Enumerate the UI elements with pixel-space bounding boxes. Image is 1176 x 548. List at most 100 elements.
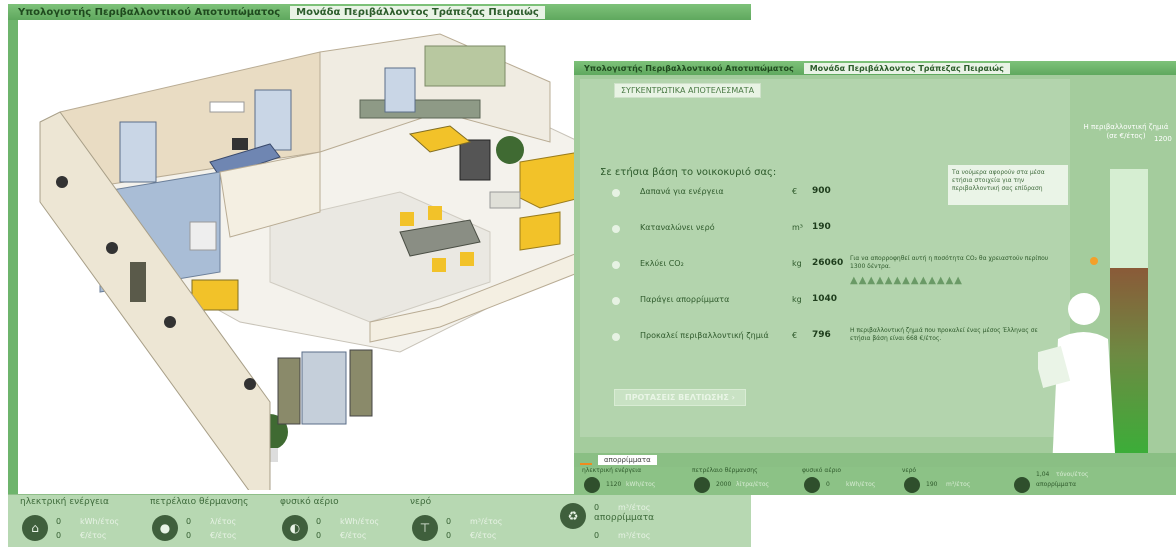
- value: 0: [594, 531, 600, 540]
- value: 0: [56, 531, 62, 540]
- tab-environment-unit[interactable]: Μονάδα Περιβάλλοντος Τράπεζας Πειραιώς: [803, 62, 1010, 74]
- category-title: πετρέλαιο θέρμανσης: [150, 497, 249, 507]
- row-label: Εκλύει CO₂: [640, 259, 684, 268]
- footer-value: 1120: [606, 481, 622, 488]
- title-bar: Υπολογιστής Περιβαλλοντικού Αποτυπώματος…: [8, 4, 751, 20]
- person-silhouette-icon: [1038, 293, 1116, 469]
- gauge-marker-icon: [1090, 257, 1098, 265]
- row-note: Για να απορροφηθεί αυτή η ποσότητα CO₂ θ…: [850, 255, 1049, 270]
- footer-unit: m³/έτος: [946, 481, 971, 488]
- footer-title: ηλεκτρική ενέργεια: [582, 467, 642, 474]
- window: [119, 121, 157, 183]
- bullet-icon: [612, 225, 620, 233]
- chair: [428, 206, 442, 220]
- coffee-table: [489, 191, 521, 209]
- info-tooltip: Τα νούμερα αφορούν στα μέσα ετήσια στοιχ…: [948, 165, 1068, 205]
- button-label: ΠΡΟΤΑΣΕΙΣ ΒΕΛΤΙΩΣΗΣ: [625, 393, 729, 402]
- tap-icon: [904, 477, 920, 493]
- title-bar: Υπολογιστής Περιβαλλοντικού Αποτυπώματος…: [574, 61, 1176, 75]
- footer-unit: λίτρα/έτος: [736, 481, 770, 488]
- footer-title: νερό: [902, 467, 917, 474]
- footer-extra: απορρίμματα: [1036, 481, 1077, 488]
- footer-water[interactable]: νερό 190 m³/έτος: [900, 467, 1000, 495]
- tab-waste[interactable]: απορρίμματα: [598, 455, 657, 465]
- footer-unit: kWh/έτος: [846, 481, 876, 488]
- monitor: [232, 138, 248, 150]
- result-row-damage: Προκαλεί περιβαλλοντική ζημιά € 796 Η πε…: [600, 327, 1070, 347]
- chair: [432, 258, 446, 272]
- unit: m³/έτος: [470, 517, 503, 526]
- chevron-right-icon: ›: [731, 393, 735, 402]
- row-value: 1040: [812, 294, 838, 304]
- row-label: Προκαλεί περιβαλλοντική ζημιά: [640, 331, 769, 340]
- recycle-bin-icon: [1014, 477, 1030, 493]
- tv: [459, 139, 491, 181]
- wall-lamp: [106, 242, 118, 254]
- category-electricity[interactable]: ηλεκτρική ενέργεια ⌂ 0 kWh/έτος 0 €/έτος: [16, 497, 144, 545]
- footer-unit: τόνοι/έτος: [1056, 471, 1089, 478]
- value: 0: [316, 531, 322, 540]
- value: 0: [446, 531, 452, 540]
- armchair: [519, 211, 561, 251]
- results-heading: Σε ετήσια βάση το νοικοκυριό σας:: [600, 167, 777, 178]
- footer-heating-oil[interactable]: πετρέλαιο θέρμανσης 2000 λίτρα/έτος: [690, 467, 800, 495]
- house-icon: [584, 477, 600, 493]
- footer-natural-gas[interactable]: φυσικό αέριο 0 kWh/έτος: [800, 467, 900, 495]
- result-row-co2: Εκλύει CO₂ kg 26060 Για να απορροφηθεί α…: [600, 255, 1070, 286]
- category-heating-oil[interactable]: πετρέλαιο θέρμανσης ● 0 λ/έτος 0 €/έτος: [146, 497, 274, 545]
- footer-title: φυσικό αέριο: [802, 467, 842, 474]
- row-value: 796: [812, 330, 831, 340]
- orange-marker-tab[interactable]: [580, 463, 592, 465]
- door-shutter: [277, 357, 301, 425]
- gauge-max-label: 1200: [1154, 135, 1172, 143]
- tab-environment-unit[interactable]: Μονάδα Περιβάλλοντος Τράπεζας Πειραιώς: [290, 5, 545, 19]
- row-value: 26060: [812, 258, 844, 268]
- value: 0: [446, 517, 452, 526]
- sidebar-strip: [8, 20, 18, 495]
- air-conditioner: [209, 101, 245, 113]
- wall-lamp: [244, 378, 256, 390]
- row-label: Καταναλώνει νερό: [640, 223, 715, 232]
- house-icon: ⌂: [22, 515, 48, 541]
- footer-waste[interactable]: 1,04 τόνοι/έτος απορρίμματα: [1010, 467, 1130, 495]
- category-title: ηλεκτρική ενέργεια: [20, 497, 109, 507]
- unit: m³/έτος: [618, 503, 651, 512]
- kitchen-cabinet: [424, 45, 506, 87]
- kitchen-counter: [359, 99, 481, 119]
- washing-machine: [189, 221, 217, 251]
- footer-value: 1,04: [1036, 471, 1050, 478]
- footer-electricity[interactable]: ηλεκτρική ενέργεια 1120 kWh/έτος: [580, 467, 690, 495]
- plant: [496, 136, 524, 164]
- recycle-bin-icon: ♻: [560, 503, 586, 529]
- category-title: νερό: [410, 497, 432, 507]
- footer-value: 190: [926, 481, 938, 488]
- shutter: [130, 262, 146, 302]
- category-water[interactable]: νερό ⊤ 0 m³/έτος 0 €/έτος: [406, 497, 546, 545]
- unit: €/έτος: [80, 531, 107, 540]
- category-title: απορρίμματα: [594, 513, 655, 523]
- row-unit: kg: [792, 259, 802, 268]
- tap-icon: ⊤: [412, 515, 438, 541]
- unit: kWh/έτος: [340, 517, 380, 526]
- value: 0: [56, 517, 62, 526]
- results-footer: ηλεκτρική ενέργεια 1120 kWh/έτος πετρέλα…: [574, 467, 1176, 495]
- row-value: 190: [812, 222, 831, 232]
- footer-title: πετρέλαιο θέρμανσης: [692, 467, 758, 474]
- window: [384, 67, 416, 113]
- oil-drop-icon: [694, 477, 710, 493]
- unit: λ/έτος: [210, 517, 237, 526]
- glass-door: [301, 351, 347, 425]
- category-waste[interactable]: ♻ 0 m³/έτος απορρίμματα 0 m³/έτος: [554, 497, 704, 545]
- footer-unit: kWh/έτος: [626, 481, 656, 488]
- row-unit: €: [792, 187, 798, 196]
- sofa: [519, 151, 581, 209]
- tab-calculator[interactable]: Υπολογιστής Περιβαλλοντικού Αποτυπώματος: [12, 6, 286, 19]
- category-natural-gas[interactable]: φυσικό αέριο ◐ 0 kWh/έτος 0 €/έτος: [276, 497, 404, 545]
- tab-calculator[interactable]: Υπολογιστής Περιβαλλοντικού Αποτυπώματος: [578, 63, 800, 74]
- summary-tab[interactable]: ΣΥΓΚΕΝΤΡΩΤΙΚΑ ΑΠΟΤΕΛΕΣΜΑΤΑ: [614, 83, 762, 98]
- consumption-footer: ηλεκτρική ενέργεια ⌂ 0 kWh/έτος 0 €/έτος…: [8, 494, 751, 547]
- improvement-proposals-button[interactable]: ΠΡΟΤΑΣΕΙΣ ΒΕΛΤΙΩΣΗΣ ›: [614, 389, 746, 406]
- chair: [400, 212, 414, 226]
- bullet-icon: [612, 189, 620, 197]
- value: 0: [186, 517, 192, 526]
